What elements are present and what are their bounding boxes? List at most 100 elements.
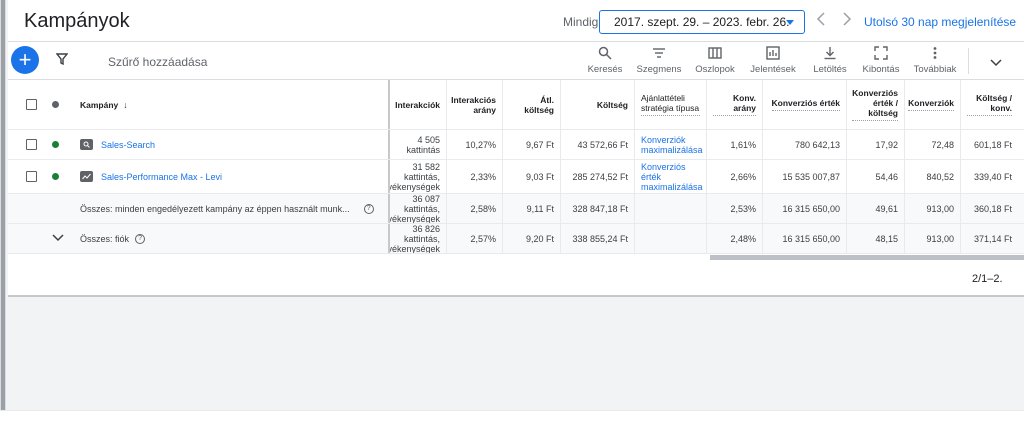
cost-cell: 338 855,24 Ft bbox=[560, 224, 634, 253]
columns-tool-button[interactable]: Oszlopok bbox=[690, 46, 740, 75]
row-checkbox[interactable] bbox=[26, 171, 37, 182]
campaign-link[interactable]: Sales-Search bbox=[101, 140, 155, 150]
help-icon[interactable]: ? bbox=[135, 233, 146, 244]
avg-cost-cell: 9,03 Ft bbox=[502, 160, 560, 193]
date-range-picker[interactable]: 2017. szept. 29. – 2023. febr. 26. bbox=[599, 10, 805, 34]
status-cell[interactable] bbox=[46, 130, 66, 159]
cell-value: 36 826 bbox=[412, 224, 440, 234]
totals-row-account: Összes: fiók ? 36 826 kattintás, evékeny… bbox=[8, 224, 1024, 254]
show-last-30-days-link[interactable]: Utolsó 30 nap megjelenítése bbox=[864, 15, 1016, 29]
conversions-cell: 913,00 bbox=[904, 224, 960, 253]
conv-value-per-cost-cell: 17,92 bbox=[846, 130, 904, 159]
segment-tool-button[interactable]: Szegmens bbox=[634, 46, 684, 75]
conversions-cell: 72,48 bbox=[904, 130, 960, 159]
conv-rate-cell: 2,53% bbox=[706, 194, 762, 223]
chevron-left-icon[interactable] bbox=[816, 12, 826, 31]
tool-label: Szegmens bbox=[636, 64, 682, 75]
download-tool-button[interactable]: Letöltés bbox=[808, 46, 852, 75]
campaign-link[interactable]: Sales-Performance Max - Levi bbox=[101, 172, 222, 182]
header-conv-value-per-cost[interactable]: Konverziós érték / költség bbox=[846, 80, 904, 129]
add-filter-button[interactable]: Szűrő hozzáadása bbox=[108, 55, 207, 69]
dropdown-caret-icon bbox=[786, 20, 794, 25]
conv-value-per-cost-cell: 48,15 bbox=[846, 224, 904, 253]
cell-unit: kattintás, bbox=[403, 203, 440, 214]
cost-cell: 285 274,52 Ft bbox=[560, 160, 634, 193]
conv-value-cell: 16 315 650,00 bbox=[762, 194, 846, 223]
expand-icon bbox=[858, 46, 904, 62]
cell-unit: evékenységek bbox=[388, 243, 440, 254]
bid-strategy-cell: Konverziós érték maximalizálása bbox=[634, 160, 706, 193]
conversions-cell: 913,00 bbox=[904, 194, 960, 223]
avg-cost-cell: 9,20 Ft bbox=[502, 224, 560, 253]
totals-label: Összes: minden engedélyezett kampány az … bbox=[80, 203, 350, 214]
reports-icon bbox=[746, 46, 800, 62]
conv-rate-cell: 2,48% bbox=[706, 224, 762, 253]
tool-label: Jelentések bbox=[750, 64, 796, 75]
sort-arrow-down-icon: ↓ bbox=[123, 99, 128, 110]
more-tool-button[interactable]: Továbbiak bbox=[910, 46, 960, 75]
download-icon bbox=[808, 46, 852, 62]
header-label: Interakciók bbox=[395, 99, 440, 110]
bid-strategy-link[interactable]: Konverziók maximalizálása bbox=[641, 135, 703, 155]
reports-tool-button[interactable]: Jelentések bbox=[746, 46, 800, 75]
expand-toggle[interactable] bbox=[46, 224, 72, 253]
bid-strategy-link[interactable]: Konverziós érték maximalizálása bbox=[641, 162, 703, 192]
filter-icon[interactable] bbox=[55, 52, 69, 70]
interaction-rate-cell: 2,58% bbox=[446, 194, 502, 223]
header-label: Kampány bbox=[80, 99, 119, 110]
conv-rate-cell: 2,66% bbox=[706, 160, 762, 193]
add-campaign-button[interactable]: + bbox=[11, 46, 39, 74]
chevron-down-icon[interactable] bbox=[52, 233, 64, 244]
avg-cost-cell: 9,67 Ft bbox=[502, 130, 560, 159]
row-checkbox-cell[interactable] bbox=[20, 160, 44, 193]
search-tool-button[interactable]: Keresés bbox=[584, 46, 626, 75]
conversions-cell: 840,52 bbox=[904, 160, 960, 193]
expand-tool-button[interactable]: Kibontás bbox=[858, 46, 904, 75]
columns-icon bbox=[690, 46, 740, 62]
header-label: Interakciós arány bbox=[451, 94, 496, 115]
cost-per-conv-cell: 339,40 Ft bbox=[960, 160, 1018, 193]
tool-label: Továbbiak bbox=[913, 64, 957, 75]
header-conv-value[interactable]: Konverziós érték bbox=[762, 80, 846, 129]
header-label: Költség bbox=[596, 99, 628, 110]
row-checkbox-cell[interactable] bbox=[20, 130, 44, 159]
header-avg-cost[interactable]: Átl. költség bbox=[502, 80, 560, 129]
header-interactions[interactable]: Interakciók bbox=[388, 80, 446, 129]
cell-unit: kattintás bbox=[406, 144, 440, 155]
conv-rate-cell: 1,61% bbox=[706, 130, 762, 159]
more-vert-icon bbox=[910, 46, 960, 62]
header-conversions[interactable]: Konverziók bbox=[904, 80, 960, 129]
conv-value-cell: 16 315 650,00 bbox=[762, 224, 846, 253]
cell-value: 4 505 bbox=[417, 134, 440, 145]
header-conv-rate[interactable]: Konv. arány bbox=[706, 80, 762, 129]
cell-value: 36 087 bbox=[412, 194, 440, 204]
header-interaction-rate[interactable]: Interakciós arány bbox=[446, 80, 502, 129]
cell-unit: kattintás, bbox=[403, 171, 440, 182]
row-checkbox[interactable] bbox=[26, 139, 37, 150]
header-label: Költség / konv. bbox=[967, 93, 1012, 116]
header-label: Konverziós érték / költség bbox=[852, 88, 898, 121]
select-all-checkbox-cell[interactable] bbox=[20, 80, 44, 129]
table-row: Sales-Search 4 505 kattintás 10,27% 9,67… bbox=[8, 130, 1024, 160]
totals-label-cell: Összes: fiók ? bbox=[74, 224, 386, 253]
campaign-name-cell: Sales-Performance Max - Levi bbox=[74, 160, 386, 193]
status-enabled-icon bbox=[52, 173, 59, 180]
bid-strategy-cell bbox=[634, 194, 706, 223]
chevron-right-icon[interactable] bbox=[842, 12, 852, 31]
status-header-cell[interactable] bbox=[46, 80, 66, 129]
header-campaign[interactable]: Kampány ↓ bbox=[74, 80, 386, 129]
chevron-down-icon[interactable] bbox=[990, 54, 1002, 72]
select-all-checkbox[interactable] bbox=[26, 99, 37, 110]
horizontal-scrollbar[interactable] bbox=[710, 255, 1024, 260]
bid-strategy-cell: Konverziók maximalizálása bbox=[634, 130, 706, 159]
header-cost[interactable]: Költség bbox=[560, 80, 634, 129]
status-enabled-icon bbox=[52, 141, 59, 148]
status-cell[interactable] bbox=[46, 160, 66, 193]
header-label: Ajánlattételi stratégia típusa bbox=[641, 93, 700, 116]
header-cost-per-conv[interactable]: Költség / konv. bbox=[960, 80, 1018, 129]
status-dot-icon bbox=[52, 101, 59, 108]
tool-label: Oszlopok bbox=[695, 64, 735, 75]
header-bid-strategy[interactable]: Ajánlattételi stratégia típusa bbox=[634, 80, 706, 129]
help-icon[interactable]: ? bbox=[363, 203, 374, 214]
search-icon bbox=[584, 46, 626, 62]
